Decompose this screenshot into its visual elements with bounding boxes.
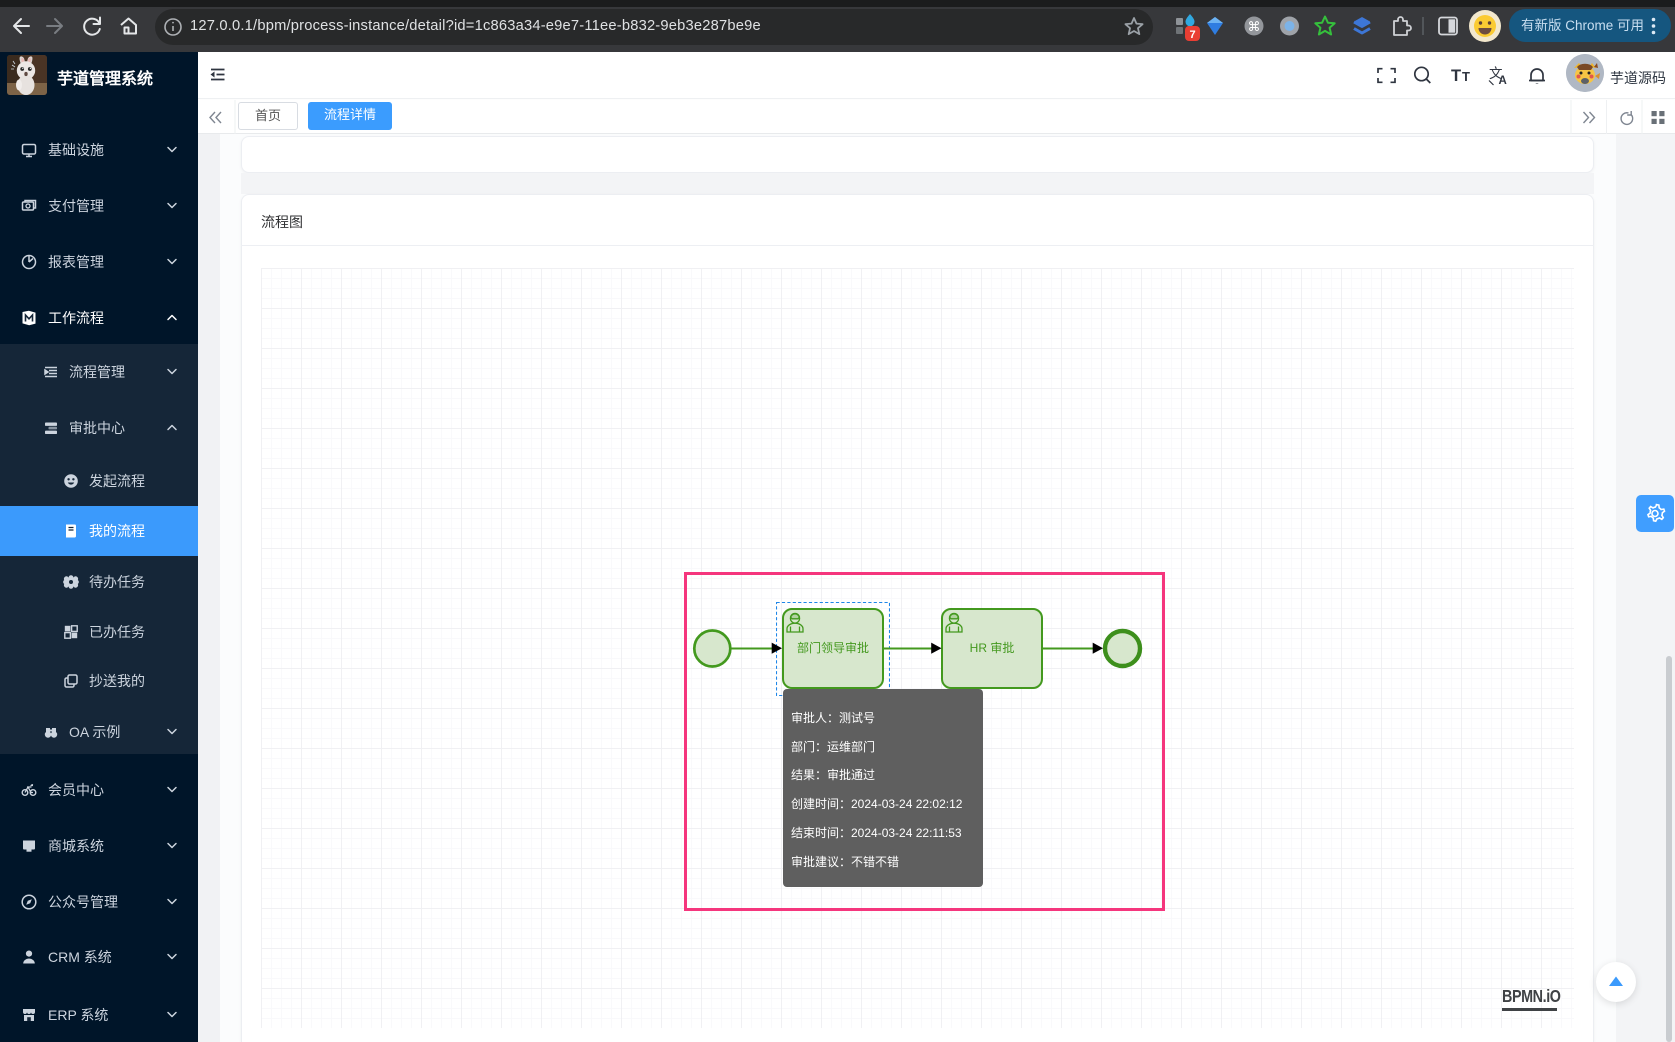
svg-text:A: A [1499, 75, 1507, 87]
svg-text:T: T [1462, 69, 1470, 84]
svg-text:7: 7 [1189, 29, 1195, 41]
svg-text:⌘: ⌘ [1248, 19, 1261, 34]
svg-text:T: T [1451, 67, 1461, 85]
